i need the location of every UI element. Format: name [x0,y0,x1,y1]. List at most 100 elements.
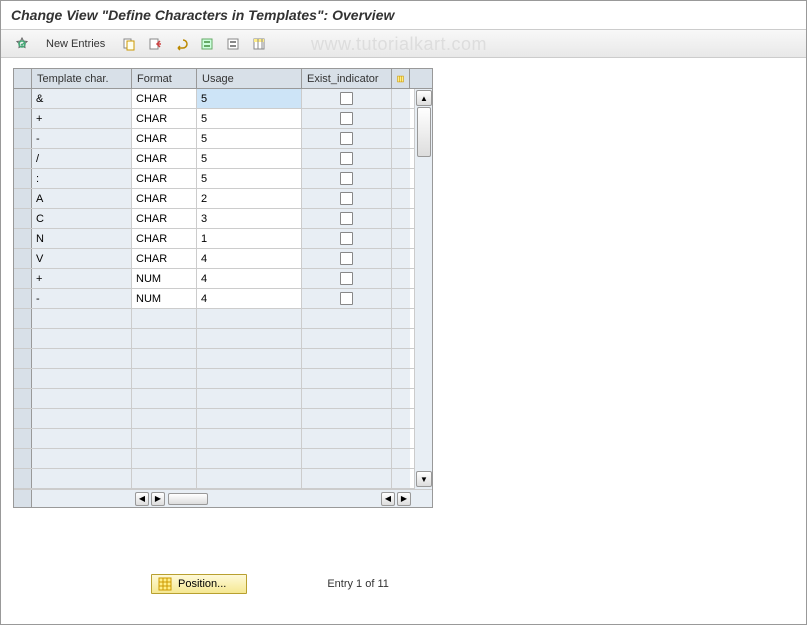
cell-exist[interactable] [302,209,392,228]
table-row-empty[interactable] [14,309,432,329]
cell-template-char[interactable]: + [32,109,132,128]
exist-checkbox[interactable] [340,92,353,105]
column-template-char[interactable]: Template char. [32,69,132,88]
row-selector[interactable] [14,469,32,488]
delete-button[interactable] [144,34,166,54]
cell-exist[interactable] [302,129,392,148]
new-entries-button[interactable]: New Entries [37,34,114,54]
scroll-thumb[interactable] [417,107,431,157]
table-row-empty[interactable] [14,349,432,369]
cell-template-char[interactable]: - [32,289,132,308]
scroll-up-button[interactable]: ▲ [416,90,432,106]
cell-template-char[interactable]: + [32,269,132,288]
table-row-empty[interactable] [14,449,432,469]
exist-checkbox[interactable] [340,232,353,245]
table-row[interactable]: V CHAR 4 [14,249,432,269]
cell-exist[interactable] [302,89,392,108]
row-selector[interactable] [14,369,32,388]
cell-format[interactable]: CHAR [132,169,197,188]
table-row[interactable]: + NUM 4 [14,269,432,289]
vertical-scrollbar[interactable]: ▲ ▼ [414,89,432,489]
cell-usage[interactable]: 2 [197,189,302,208]
table-settings-button[interactable] [248,34,270,54]
cell-exist[interactable] [302,169,392,188]
table-row[interactable]: C CHAR 3 [14,209,432,229]
hscroll-thumb[interactable] [168,493,208,505]
table-row[interactable]: - NUM 4 [14,289,432,309]
row-selector[interactable] [14,449,32,468]
cell-template-char[interactable]: C [32,209,132,228]
row-selector[interactable] [14,149,32,168]
row-selector[interactable] [14,409,32,428]
table-row[interactable]: + CHAR 5 [14,109,432,129]
cell-usage[interactable]: 5 [197,109,302,128]
cell-usage[interactable]: 4 [197,269,302,288]
table-row[interactable]: : CHAR 5 [14,169,432,189]
exist-checkbox[interactable] [340,112,353,125]
cell-format[interactable]: CHAR [132,189,197,208]
table-row-empty[interactable] [14,469,432,489]
copy-button[interactable] [118,34,140,54]
row-selector[interactable] [14,309,32,328]
cell-template-char[interactable]: : [32,169,132,188]
select-all-button[interactable] [196,34,218,54]
scroll-right-button[interactable]: ▶ [151,492,165,506]
exist-checkbox[interactable] [340,152,353,165]
exist-checkbox[interactable] [340,252,353,265]
column-exist-indicator[interactable]: Exist_indicator [302,69,392,88]
table-row-empty[interactable] [14,429,432,449]
row-selector[interactable] [14,109,32,128]
cell-exist[interactable] [302,149,392,168]
cell-exist[interactable] [302,269,392,288]
cell-usage[interactable]: 4 [197,249,302,268]
row-selector[interactable] [14,289,32,308]
exist-checkbox[interactable] [340,172,353,185]
cell-usage[interactable]: 1 [197,229,302,248]
cell-usage[interactable]: 5 [197,129,302,148]
position-button[interactable]: Position... [151,574,247,594]
cell-format[interactable]: CHAR [132,209,197,228]
scroll-down-button[interactable]: ▼ [416,471,432,487]
table-row[interactable]: A CHAR 2 [14,189,432,209]
cell-exist[interactable] [302,249,392,268]
row-selector[interactable] [14,389,32,408]
scroll-left-button[interactable]: ◀ [135,492,149,506]
exist-checkbox[interactable] [340,292,353,305]
cell-exist[interactable] [302,289,392,308]
row-selector[interactable] [14,169,32,188]
row-selector[interactable] [14,189,32,208]
scroll-left-button-2[interactable]: ◀ [381,492,395,506]
table-row[interactable]: N CHAR 1 [14,229,432,249]
cell-format[interactable]: NUM [132,289,197,308]
row-selector[interactable] [14,209,32,228]
cell-format[interactable]: CHAR [132,229,197,248]
cell-usage[interactable]: 3 [197,209,302,228]
table-row[interactable]: & CHAR 5 [14,89,432,109]
row-selector[interactable] [14,249,32,268]
row-selector[interactable] [14,89,32,108]
cell-usage[interactable]: 5 [197,149,302,168]
cell-format[interactable]: CHAR [132,249,197,268]
cell-format[interactable]: CHAR [132,129,197,148]
cell-usage[interactable]: 5 [197,89,302,108]
cell-exist[interactable] [302,109,392,128]
cell-template-char[interactable]: & [32,89,132,108]
table-row-empty[interactable] [14,329,432,349]
deselect-all-button[interactable] [222,34,244,54]
cell-format[interactable]: CHAR [132,149,197,168]
row-selector[interactable] [14,129,32,148]
table-config-button[interactable] [392,69,410,88]
exist-checkbox[interactable] [340,212,353,225]
cell-template-char[interactable]: V [32,249,132,268]
cell-exist[interactable] [302,189,392,208]
table-row-empty[interactable] [14,409,432,429]
cell-template-char[interactable]: / [32,149,132,168]
cell-usage[interactable]: 4 [197,289,302,308]
cell-format[interactable]: NUM [132,269,197,288]
row-selector[interactable] [14,229,32,248]
table-row[interactable]: / CHAR 5 [14,149,432,169]
cell-format[interactable]: CHAR [132,89,197,108]
undo-button[interactable] [170,34,192,54]
cell-template-char[interactable]: A [32,189,132,208]
toggle-button[interactable] [11,34,33,54]
